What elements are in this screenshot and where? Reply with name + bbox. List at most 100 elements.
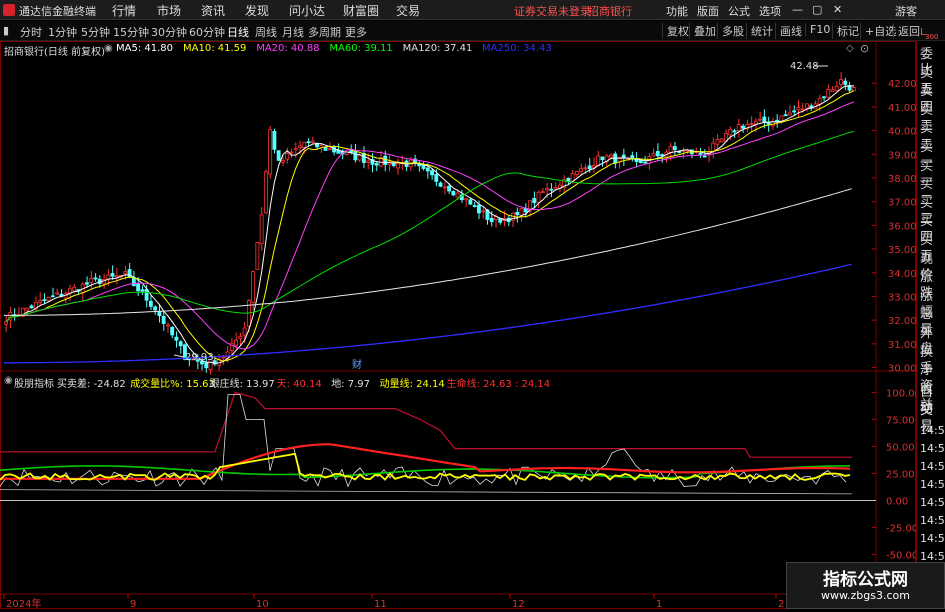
close-button[interactable]: ✕: [833, 3, 842, 16]
ma_legend-item: MA60: 39.11: [329, 43, 393, 54]
candle-body: [148, 300, 153, 307]
tool-stats[interactable]: 统计: [746, 23, 773, 39]
ma-settings-icon[interactable]: ◉: [104, 43, 113, 54]
menu-quotes[interactable]: 行情: [112, 2, 136, 19]
candle-body: [396, 162, 400, 169]
candle-body: [468, 199, 473, 205]
candle-body: [651, 153, 656, 157]
candle-body: [323, 146, 328, 151]
maximize-button[interactable]: ▢: [812, 3, 822, 16]
candle-body: [843, 80, 848, 85]
ind-settings-icon[interactable]: ◉: [4, 375, 13, 386]
candle-body: [85, 282, 89, 285]
candle-body: [749, 123, 754, 126]
tool-add-watch[interactable]: +自选: [860, 23, 896, 39]
login-status[interactable]: 证券交易未登录: [514, 3, 591, 19]
menu-wealth[interactable]: 财富圈: [343, 2, 379, 19]
tool-back[interactable]: 返回: [893, 23, 920, 39]
tool-multi-stock[interactable]: 多股: [717, 23, 744, 39]
collapse-icon[interactable]: ⊙: [860, 42, 869, 55]
candle-body: [715, 139, 720, 145]
candle-body: [851, 87, 856, 92]
period-30min[interactable]: 30分钟: [151, 24, 187, 40]
tool-f10[interactable]: F10: [805, 23, 830, 36]
candle-body: [804, 103, 809, 109]
menu-market[interactable]: 市场: [157, 2, 181, 19]
candle-body: [719, 138, 724, 143]
candle-body: [391, 163, 396, 167]
time-label: 1: [656, 599, 662, 609]
candle-body: [660, 154, 664, 157]
candle-body: [472, 205, 477, 207]
candle-body: [170, 326, 175, 336]
ma_legend-item: MA20: 40.88: [256, 43, 320, 54]
kline-chart[interactable]: 42.00 41.00 40.00 39.00 38.00 37.00 36.00 35.00…: [0, 41, 921, 610]
period-more[interactable]: 更多: [345, 24, 367, 40]
chart-area[interactable]: 42.00 41.00 40.00 39.00 38.00 37.00 36.00 35.00…: [0, 41, 921, 610]
period-60min[interactable]: 60分钟: [189, 24, 225, 40]
candle-body: [741, 125, 745, 129]
candle-body: [259, 214, 264, 245]
candle-body: [783, 114, 788, 117]
candle-body: [178, 341, 183, 347]
chart-border: [0, 41, 916, 609]
ind-label: 50.00: [886, 442, 915, 453]
tool-draw[interactable]: 画线: [775, 23, 802, 39]
menu-layout[interactable]: 版面: [697, 3, 719, 19]
menu-news[interactable]: 资讯: [201, 2, 225, 19]
candle-body: [830, 89, 835, 92]
price-label: 41.00: [888, 103, 916, 114]
candle-body: [758, 118, 762, 121]
menu-formula[interactable]: 公式: [728, 3, 750, 19]
candle-body: [298, 145, 302, 148]
candle-body: [153, 306, 158, 311]
candle-body: [711, 142, 716, 152]
stock-link[interactable]: 招商银行: [588, 3, 632, 19]
minimize-button[interactable]: —: [792, 3, 803, 16]
candle-body: [123, 271, 128, 274]
tool-mark[interactable]: 标记: [832, 23, 859, 39]
time-label: 2: [778, 599, 784, 609]
candle-body: [451, 191, 456, 196]
toolbar-mode-icon[interactable]: ▮: [3, 24, 9, 37]
menu-trade[interactable]: 交易: [396, 2, 420, 19]
tool-adjust[interactable]: 复权: [662, 23, 689, 39]
candle-body: [50, 295, 55, 298]
candle-body: [839, 79, 843, 85]
period-5min[interactable]: 5分钟: [81, 24, 110, 40]
candle-body: [157, 310, 162, 317]
candle-body: [545, 187, 549, 191]
main-title: 招商银行(日线 前复权): [4, 47, 105, 58]
tool-overlay[interactable]: 叠加: [689, 23, 716, 39]
ma5-line: [5, 85, 854, 364]
price-label: 30.00: [888, 364, 916, 375]
period-multi[interactable]: 多周期: [308, 24, 341, 40]
tick-time: 14:56: [920, 478, 945, 491]
period-intraday[interactable]: 分时: [20, 24, 42, 40]
candle-body: [110, 273, 115, 277]
menu-ask[interactable]: 问小达: [289, 2, 325, 19]
candle-body: [753, 120, 758, 125]
candle-body: [587, 165, 592, 170]
ind-label: 75.00: [886, 415, 915, 426]
menu-options[interactable]: 选项: [759, 3, 781, 19]
time-label: 11: [374, 599, 387, 609]
period-1min[interactable]: 1分钟: [48, 24, 77, 40]
period-daily[interactable]: 日线: [227, 24, 249, 40]
period-weekly[interactable]: 周线: [255, 24, 277, 40]
tick-time: 14:56: [920, 514, 945, 527]
panel-num: 300: [925, 33, 939, 41]
ma60-line: [5, 130, 855, 323]
user-label[interactable]: 游客: [895, 3, 917, 19]
period-15min[interactable]: 15分钟: [113, 24, 149, 40]
period-monthly[interactable]: 月线: [282, 24, 304, 40]
sky-line: [0, 391, 852, 458]
menu-function[interactable]: 功能: [666, 3, 688, 19]
candle-body: [263, 171, 268, 214]
candle-body: [800, 108, 805, 111]
candle-body: [4, 321, 8, 325]
candle-body: [38, 300, 43, 304]
diamond-icon[interactable]: ◇: [846, 43, 854, 54]
menu-discover[interactable]: 发现: [245, 2, 269, 19]
price-label: 35.00: [888, 245, 916, 256]
